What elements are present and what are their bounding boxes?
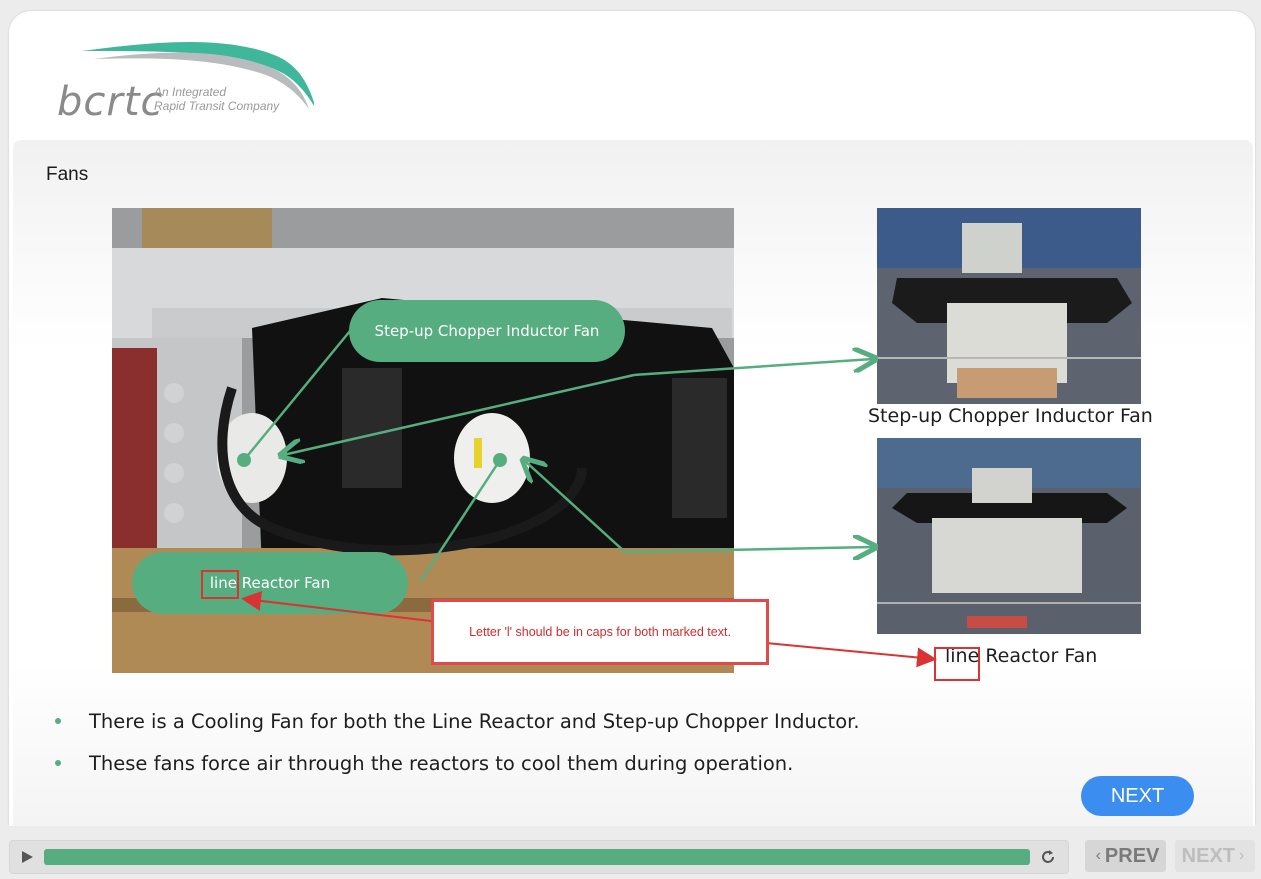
slide-frame: bcrtc An Integrated Rapid Transit Compan… <box>9 11 1255 826</box>
chevron-left-icon: ‹ <box>1095 847 1101 864</box>
bullet-icon <box>55 718 61 724</box>
chopper-fan-illustration <box>877 208 1141 404</box>
list-item: There is a Cooling Fan for both the Line… <box>55 700 860 742</box>
progress-bar[interactable] <box>44 849 1030 865</box>
bullet-list: There is a Cooling Fan for both the Line… <box>55 700 860 784</box>
player-next-label: NEXT <box>1181 844 1235 867</box>
annotation-note: Letter 'l' should be in caps for both ma… <box>431 599 769 665</box>
bullet-text: These fans force air through the reactor… <box>89 751 794 775</box>
prev-button-label: PREV <box>1104 844 1160 867</box>
replay-icon[interactable] <box>1039 848 1057 866</box>
chopper-fan-photo <box>877 208 1141 404</box>
bullet-icon <box>55 760 61 766</box>
logo-tagline-line-1: An Integrated <box>154 85 227 99</box>
slide-next-button[interactable]: NEXT <box>1081 776 1194 816</box>
bcrtc-logo: bcrtc An Integrated Rapid Transit Compan… <box>54 39 314 129</box>
annotation-mark-callout <box>201 570 239 599</box>
list-item: These fans force air through the reactor… <box>55 742 860 784</box>
slide-content: Fans Step-up Chopper Inductor Fan line R… <box>13 140 1253 826</box>
arrow-note-to-caption <box>765 642 937 668</box>
slide-title: Fans <box>46 164 89 185</box>
annotation-mark-caption <box>934 647 980 681</box>
logo-wordmark: bcrtc <box>57 79 164 125</box>
playback-controls <box>9 840 1069 874</box>
player-bar: ‹ PREV NEXT › <box>0 826 1261 879</box>
bullet-text: There is a Cooling Fan for both the Line… <box>89 709 860 733</box>
callout-reactor-fan: line Reactor Fan <box>132 552 408 614</box>
progress-fill <box>44 849 1030 865</box>
reactor-fan-photo <box>877 438 1141 634</box>
caption-chopper-fan: Step-up Chopper Inductor Fan <box>868 405 1153 427</box>
caption-reactor-fan-rest: Reactor Fan <box>979 645 1098 667</box>
reactor-fan-illustration <box>877 438 1141 634</box>
logo-tagline-line-2: Rapid Transit Company <box>154 99 280 113</box>
callout-chopper-fan: Step-up Chopper Inductor Fan <box>349 300 625 362</box>
play-icon[interactable] <box>22 851 33 863</box>
player-next-button[interactable]: NEXT › <box>1175 840 1255 872</box>
logo-tagline: An Integrated Rapid Transit Company <box>154 85 304 113</box>
chevron-right-icon: › <box>1239 847 1245 864</box>
prev-button[interactable]: ‹ PREV <box>1085 840 1166 872</box>
